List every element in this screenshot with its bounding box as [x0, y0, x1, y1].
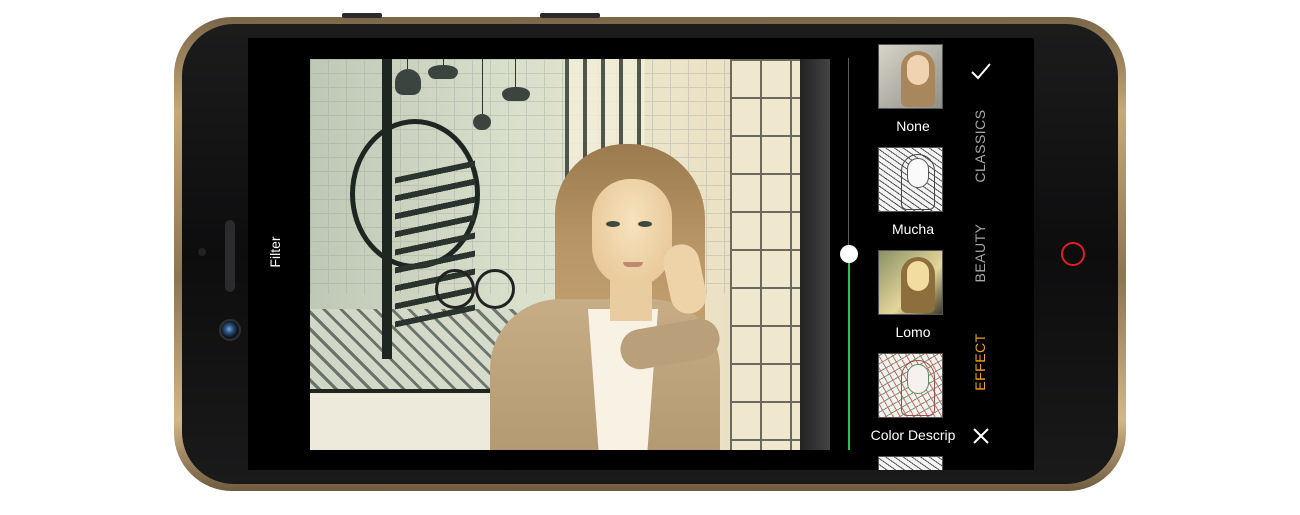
filter-thumbnail: [878, 147, 943, 212]
screen-title: Filter: [267, 236, 283, 268]
filter-thumbnail: [878, 44, 943, 109]
close-icon[interactable]: [968, 423, 994, 449]
filter-label: Lomo: [895, 324, 931, 340]
photo-preview[interactable]: [310, 59, 830, 450]
pendant-lamp: [395, 69, 421, 95]
volume-button: [342, 13, 382, 18]
home-button[interactable]: [1061, 242, 1085, 266]
check-icon[interactable]: [968, 58, 994, 84]
tab-beauty[interactable]: BEAUTY: [971, 208, 989, 298]
tab-effect[interactable]: EFFECT: [971, 317, 989, 407]
pendant-lamp: [428, 65, 458, 79]
filter-thumbnail: [878, 456, 943, 470]
filter-label: None: [896, 118, 930, 134]
portrait-face: [592, 179, 672, 287]
intensity-slider-track[interactable]: [848, 58, 849, 253]
screen: Filter None Mucha Lomo Color Descrip CLA…: [248, 38, 1034, 470]
power-button: [540, 13, 600, 18]
filter-thumbnail: [878, 250, 943, 315]
intensity-slider-fill[interactable]: [848, 253, 850, 450]
filter-label: Color Descrip: [870, 427, 956, 443]
intensity-slider-thumb[interactable]: [840, 245, 858, 263]
earpiece-speaker: [225, 220, 235, 292]
tab-classics[interactable]: CLASSICS: [971, 101, 989, 191]
pendant-lamp: [502, 87, 530, 101]
filter-label: Mucha: [891, 221, 935, 237]
filter-thumbnail: [878, 353, 943, 418]
front-camera-icon: [219, 319, 241, 341]
proximity-sensor: [198, 248, 206, 256]
pendant-lamp: [473, 114, 491, 130]
